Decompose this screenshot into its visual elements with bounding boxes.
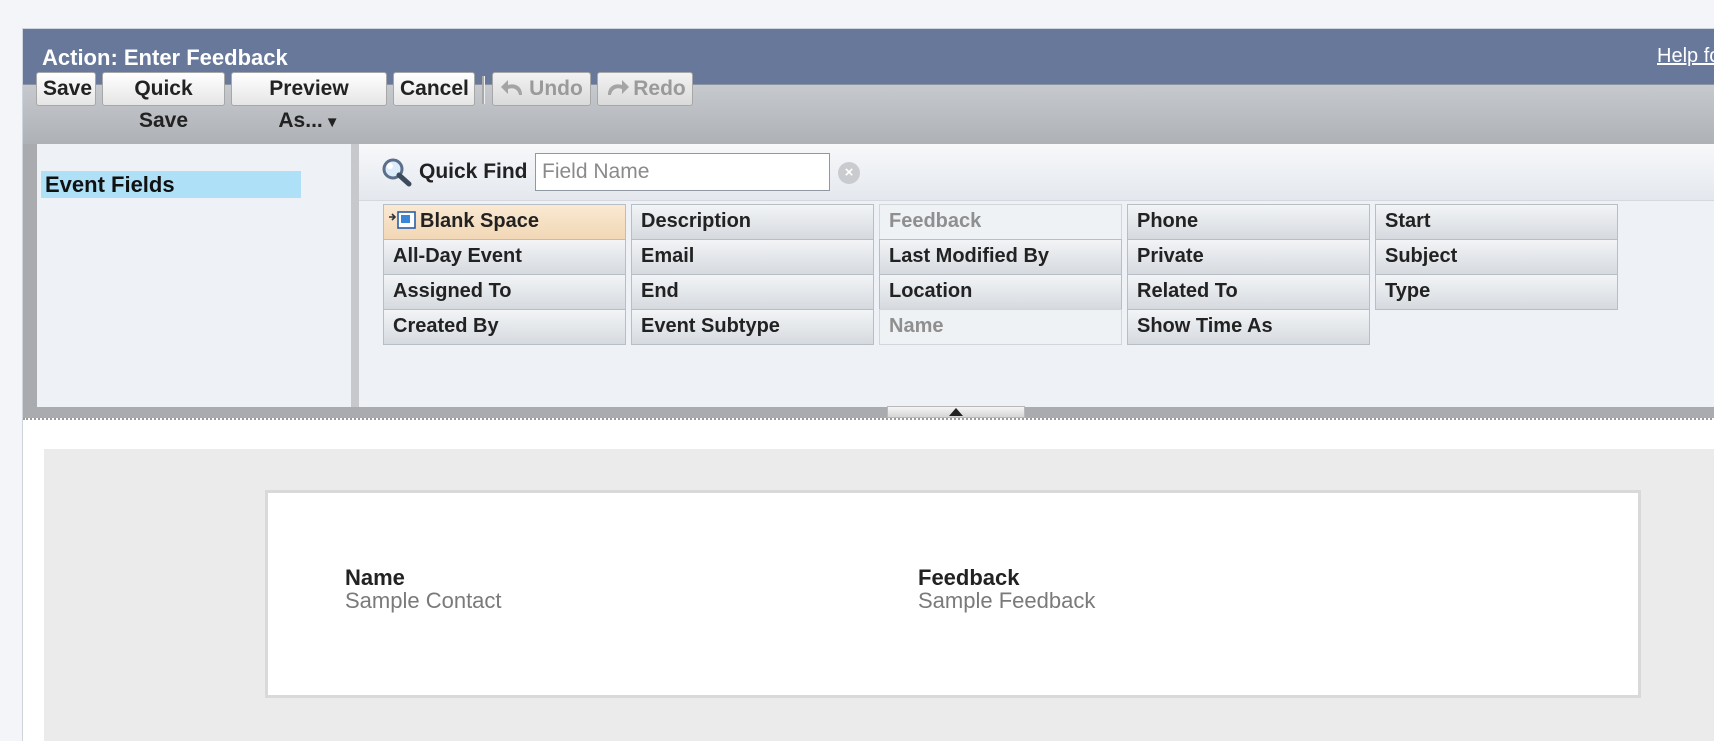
toolbar-divider xyxy=(482,76,485,104)
save-button-label: Save xyxy=(43,77,93,100)
save-button[interactable]: Save xyxy=(36,72,96,106)
field-event-subtype[interactable]: Event Subtype xyxy=(631,309,874,345)
field-created-by[interactable]: Created By xyxy=(383,309,626,345)
layout-field-feedback-value: Sample Feedback xyxy=(918,588,1096,613)
field-private[interactable]: Private xyxy=(1127,239,1370,275)
page-title: Action: Enter Feedback xyxy=(42,45,288,70)
field-assigned-to[interactable]: Assigned To xyxy=(383,274,626,310)
field-palette: Event Fields Quick Find × xyxy=(23,144,1714,418)
collapse-triangle-icon xyxy=(949,408,963,416)
layout-editor-window: Action: Enter Feedback Help for this Pag… xyxy=(22,28,1714,741)
redo-arrow-icon xyxy=(608,80,630,95)
redo-button-label: Redo xyxy=(633,77,686,100)
field-end[interactable]: End xyxy=(631,274,874,310)
sidebar-item-event-fields[interactable]: Event Fields xyxy=(41,171,301,198)
field-related-to[interactable]: Related To xyxy=(1127,274,1370,310)
undo-button[interactable]: Undo xyxy=(492,72,591,106)
layout-canvas-area: Name Sample Contact Feedback Sample Feed… xyxy=(23,418,1714,741)
field-all-day-event[interactable]: All-Day Event xyxy=(383,239,626,275)
field-phone[interactable]: Phone xyxy=(1127,204,1370,240)
field-show-time-as[interactable]: Show Time As xyxy=(1127,309,1370,345)
undo-button-label: Undo xyxy=(529,77,583,100)
field-name[interactable]: Name xyxy=(879,309,1122,345)
field-type[interactable]: Type xyxy=(1375,274,1618,310)
help-link[interactable]: Help for this Page xyxy=(1657,45,1714,68)
layout-canvas: Name Sample Contact Feedback Sample Feed… xyxy=(44,449,1714,741)
quick-find-label: Quick Find xyxy=(419,160,528,183)
undo-arrow-icon xyxy=(501,80,523,95)
field-description[interactable]: Description xyxy=(631,204,874,240)
field-last-modified-by[interactable]: Last Modified By xyxy=(879,239,1122,275)
clear-x-icon[interactable]: × xyxy=(838,162,860,184)
redo-button[interactable]: Redo xyxy=(597,72,693,106)
preview-as-button[interactable]: Preview As... ▼ xyxy=(231,72,387,132)
dropdown-arrow-icon: ▼ xyxy=(324,114,340,131)
cancel-button-label: Cancel xyxy=(400,77,469,100)
fields-pane: Quick Find × Blank Space All-Day Event A… xyxy=(359,144,1714,407)
field-email[interactable]: Email xyxy=(631,239,874,275)
magnifier-icon xyxy=(382,158,412,187)
palette-resize-handle[interactable] xyxy=(887,406,1025,418)
field-feedback[interactable]: Feedback xyxy=(879,204,1122,240)
field-location[interactable]: Location xyxy=(879,274,1122,310)
quick-save-button[interactable]: Quick Save xyxy=(102,72,225,132)
cancel-button[interactable]: Cancel xyxy=(393,72,475,106)
quick-find-input[interactable] xyxy=(535,153,830,191)
field-label: Blank Space xyxy=(420,210,539,232)
action-layout-section[interactable]: Name Sample Contact Feedback Sample Feed… xyxy=(265,490,1641,698)
layout-field-name-value: Sample Contact xyxy=(345,588,502,613)
blank-space-icon xyxy=(389,211,416,229)
field-subject[interactable]: Subject xyxy=(1375,239,1618,275)
palette-sidebar: Event Fields xyxy=(37,144,351,407)
quick-find-bar: Quick Find × xyxy=(359,144,1714,201)
field-blank-space[interactable]: Blank Space xyxy=(383,204,626,240)
sidebar-divider xyxy=(351,144,359,407)
field-start[interactable]: Start xyxy=(1375,204,1618,240)
quick-save-button-label: Quick Save xyxy=(134,77,193,132)
